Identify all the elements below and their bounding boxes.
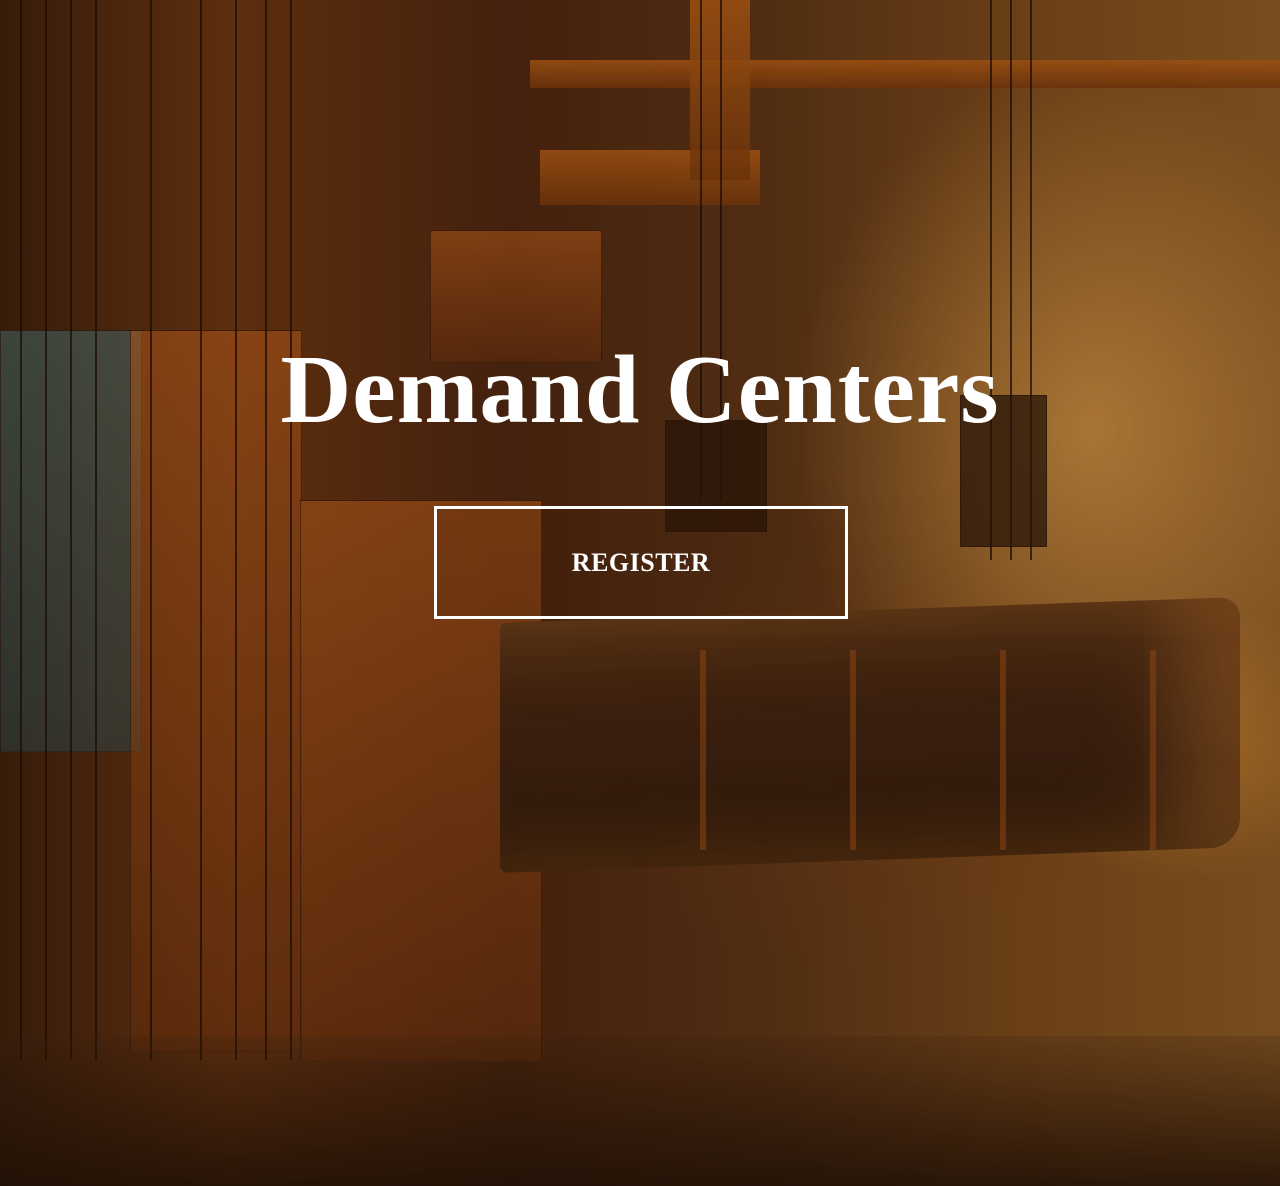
page-title: Demand Centers — [280, 336, 1000, 444]
register-button[interactable]: REGISTER — [434, 506, 848, 619]
register-button-label: REGISTER — [571, 547, 711, 577]
hero-section: Demand Centers REGISTER — [0, 0, 1280, 1186]
hero-content: Demand Centers REGISTER — [0, 0, 1280, 1186]
